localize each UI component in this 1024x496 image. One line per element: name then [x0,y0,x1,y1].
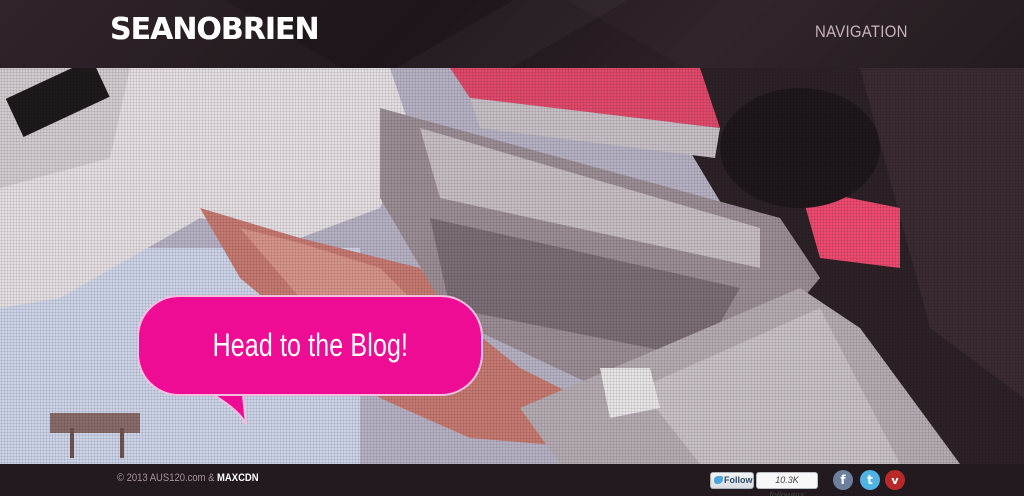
follower-count: 10.3K followers [756,472,818,496]
navigation-link[interactable]: NAVIGATION [815,22,908,42]
twitter-follow-button[interactable]: Follow [710,472,754,489]
twitter-icon[interactable]: t [860,470,880,490]
site-header: SEANOBRIEN NAVIGATION [0,0,1024,68]
twitter-bird-icon [714,476,723,484]
blog-cta-label: Head to the Blog! [212,327,408,363]
hero-image [0,68,1024,464]
copyright-text: © 2013 AUS120.com & MAXCDN [117,472,259,484]
vimeo-icon[interactable]: v [885,470,905,490]
blog-cta-button[interactable]: Head to the Blog! [139,297,481,394]
site-footer: © 2013 AUS120.com & MAXCDN Follow 10.3K … [0,464,1024,496]
facebook-icon[interactable]: f [833,470,853,490]
site-logo[interactable]: SEANOBRIEN [110,12,320,48]
maxcdn-link[interactable]: MAXCDN [217,472,259,484]
halftone-overlay [0,68,1024,464]
